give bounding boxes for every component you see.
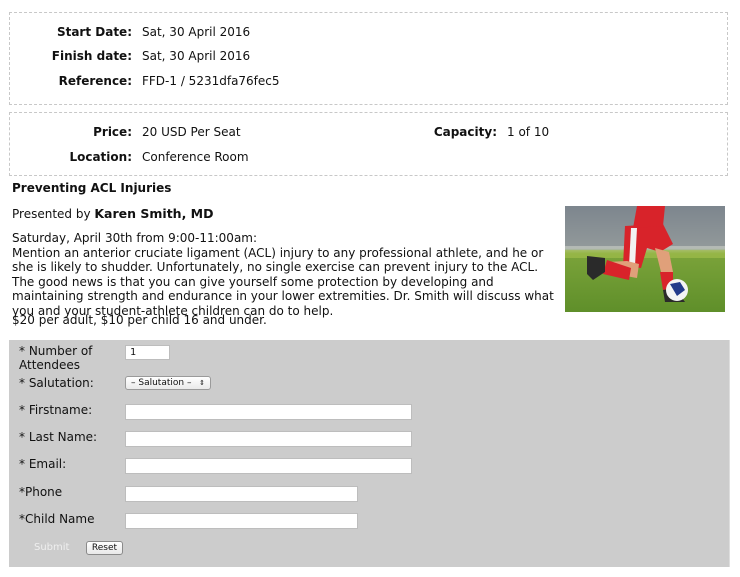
child-name-label: *Child Name: [19, 512, 95, 526]
start-date-value: Sat, 30 April 2016: [142, 25, 251, 39]
reference-label: Reference:: [58, 74, 132, 88]
salutation-select[interactable]: – Salutation – ⇕: [125, 376, 211, 390]
start-date-row: Start Date: Sat, 30 April 2016: [9, 25, 250, 39]
phone-label: *Phone: [19, 485, 63, 499]
submit-button[interactable]: Submit: [34, 542, 69, 553]
capacity-value: 1 of 10: [507, 125, 550, 139]
email-label: * Email:: [19, 457, 67, 471]
reference-value: FFD-1 / 5231dfa76fec5: [142, 74, 280, 88]
lastname-label: * Last Name:: [19, 430, 98, 444]
soccer-player-photo-icon: [565, 206, 725, 312]
attendees-input[interactable]: 1: [125, 345, 170, 360]
start-date-label: Start Date:: [56, 25, 132, 39]
select-arrows-icon: ⇕: [199, 379, 205, 387]
attendees-label: * Number of Attendees: [19, 344, 92, 372]
pricing-note: $20 per adult, $10 per child 16 and unde…: [12, 313, 267, 327]
capacity-row: Capacity: 1 of 10: [417, 125, 549, 139]
event-photo: [565, 206, 725, 312]
reset-button[interactable]: Reset: [86, 541, 123, 555]
lastname-input[interactable]: [125, 431, 412, 447]
event-description-text: Mention an anterior cruciate ligament (A…: [12, 245, 554, 318]
location-row: Location: Conference Room: [9, 150, 249, 164]
firstname-label: * Firstname:: [19, 403, 93, 417]
event-schedule: Saturday, April 30th from 9:00-11:00am:: [12, 231, 258, 245]
location-value: Conference Room: [142, 150, 249, 164]
location-label: Location:: [69, 150, 132, 164]
price-value: 20 USD Per Seat: [142, 125, 241, 139]
salutation-label: * Salutation:: [19, 376, 94, 390]
finish-date-value: Sat, 30 April 2016: [142, 49, 251, 63]
price-row: Price: 20 USD Per Seat: [9, 125, 241, 139]
capacity-label: Capacity:: [433, 125, 497, 139]
firstname-input[interactable]: [125, 404, 412, 420]
email-input[interactable]: [125, 458, 412, 474]
presented-by: Presented by Karen Smith, MD: [12, 206, 214, 221]
event-description: Saturday, April 30th from 9:00-11:00am: …: [12, 231, 557, 318]
attendees-label-line2: Attendees: [19, 358, 81, 372]
attendees-label-line1: * Number of: [19, 344, 93, 358]
finish-date-label: Finish date:: [51, 49, 132, 63]
finish-date-row: Finish date: Sat, 30 April 2016: [9, 49, 250, 63]
salutation-selected: – Salutation –: [131, 378, 192, 388]
presented-by-prefix: Presented by: [12, 207, 95, 221]
event-info-box: [9, 112, 728, 176]
presenter-name: Karen Smith, MD: [94, 206, 214, 221]
registration-form: [9, 340, 730, 567]
price-label: Price:: [93, 125, 132, 139]
child-name-input[interactable]: [125, 513, 358, 529]
event-title: Preventing ACL Injuries: [12, 181, 172, 195]
phone-input[interactable]: [125, 486, 358, 502]
reference-row: Reference: FFD-1 / 5231dfa76fec5: [9, 74, 280, 88]
